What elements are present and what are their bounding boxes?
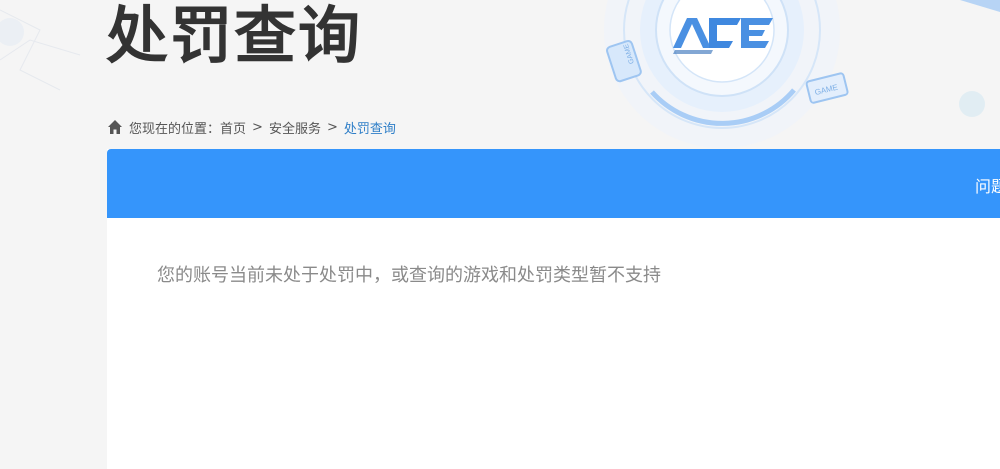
breadcrumb-security-link[interactable]: 安全服务: [269, 118, 321, 137]
breadcrumb-separator: >: [252, 119, 263, 135]
header-question-link[interactable]: 问题: [975, 173, 1000, 197]
breadcrumb-prefix: 您现在的位置：: [129, 121, 221, 137]
breadcrumb: 您现在的位置： 首页 > 安全服务 > 处罚查询: [107, 117, 396, 137]
page-title: 处罚查询: [106, 0, 363, 72]
breadcrumb-separator: >: [326, 119, 338, 135]
result-message: 您的账号当前未处于处罚中，或查询的游戏和处罚类型暂不支持: [157, 265, 661, 286]
panel-header: 问题: [107, 149, 1000, 218]
home-icon: [107, 119, 123, 135]
breadcrumb-current: 处罚查询: [343, 121, 396, 137]
breadcrumb-home-link[interactable]: 首页: [220, 118, 246, 137]
result-panel: 问题 您的账号当前未处于处罚中，或查询的游戏和处罚类型暂不支持: [107, 149, 1000, 469]
